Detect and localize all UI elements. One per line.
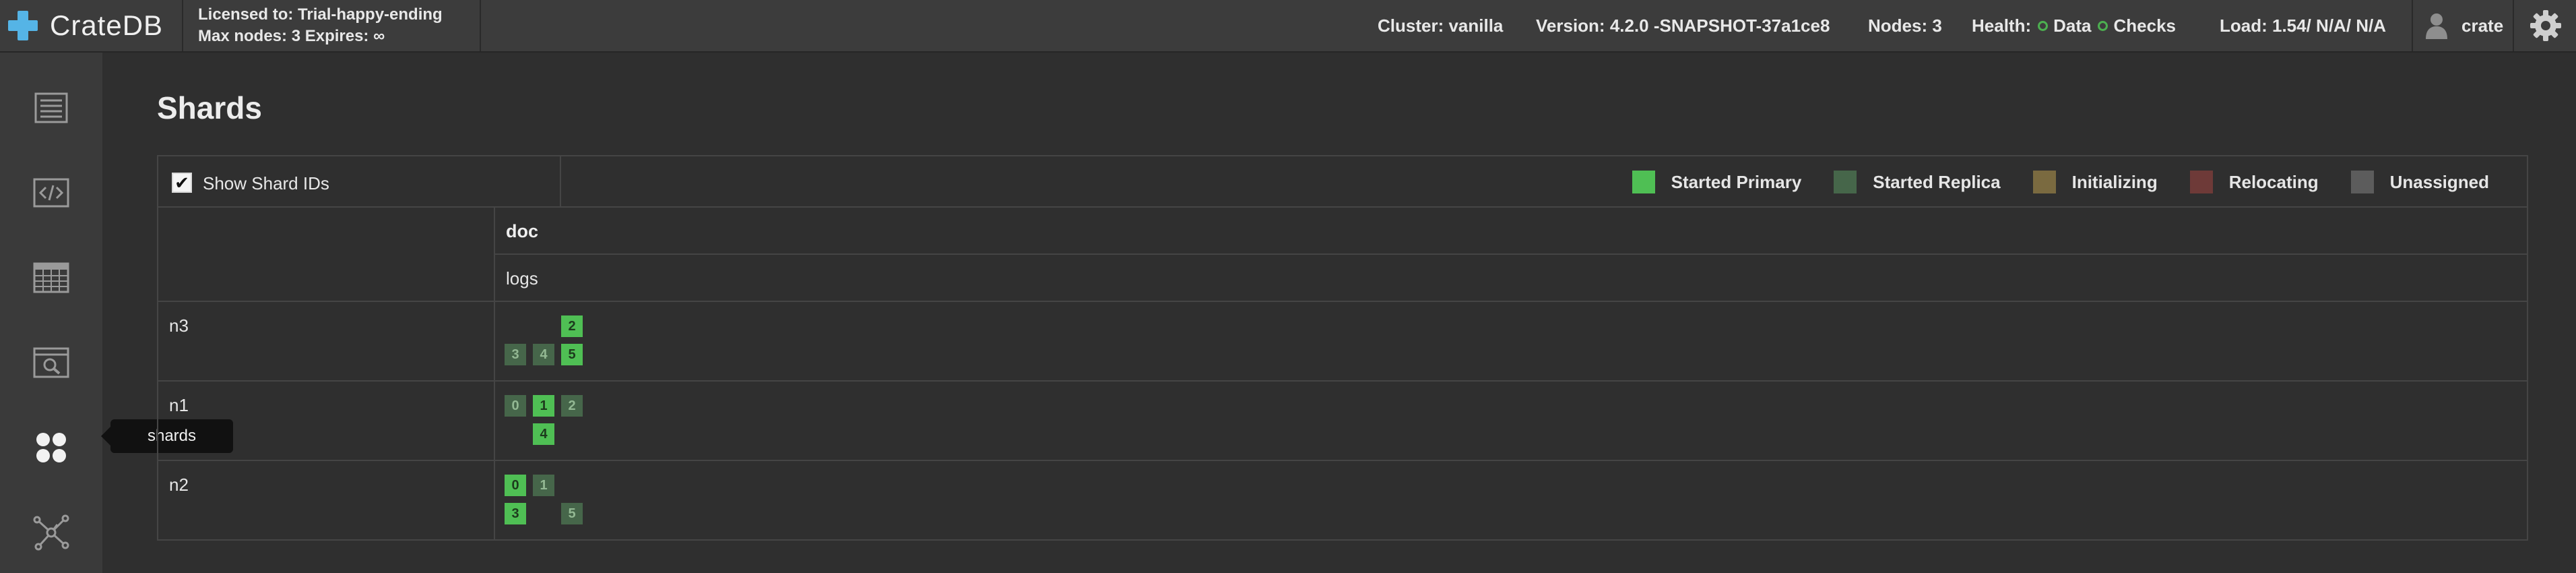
shard-replica[interactable]: 4 [533,344,554,365]
node-row-n1: n1 [158,382,494,460]
legend-label: Unassigned [2389,171,2489,192]
legend: Started Primary Started Replica Initializi… [1600,170,2489,194]
node-name: n3 [169,315,189,336]
top-bar: CrateDB Licensed to: Trial-happy-ending … [0,0,2576,53]
node-count: Nodes: 3 [1868,15,1942,36]
shard-primary[interactable]: 5 [561,344,583,365]
sidebar-item-views[interactable] [0,322,102,403]
legend-bar: Started Primary Started Replica Initializi… [561,156,2527,206]
shard-primary[interactable]: 2 [561,315,583,337]
health-checks-label[interactable]: Checks [2113,16,2176,36]
shard-primary[interactable]: 4 [533,423,554,445]
legend-swatch [1632,171,1655,193]
shard-replica[interactable]: 5 [561,503,583,524]
version-info: Version: 4.2.0 -SNAPSHOT-37a1ce8 [1536,15,1830,36]
shard-replica[interactable]: 0 [505,395,526,417]
legend-label: Started Primary [1671,171,1802,192]
show-shard-ids-label: Show Shard IDs [203,173,329,193]
views-icon [33,347,69,378]
schema-name: doc [506,221,539,241]
health-label: Health: [1972,15,2032,36]
user-menu[interactable]: crate [2412,0,2513,51]
divider [158,460,2527,461]
legend-swatch [2350,171,2374,193]
license-info: Licensed to: Trial-happy-ending Max node… [182,0,481,51]
node-name: n1 [169,395,189,415]
shard-replica[interactable]: 1 [533,475,554,496]
gear-icon [2530,10,2561,41]
health-data-icon [2038,20,2049,31]
overview-icon [34,92,68,123]
brand-logo[interactable]: CrateDB [5,0,163,51]
shard-primary[interactable]: 1 [533,395,554,417]
sidebar-item-cluster[interactable] [0,492,102,573]
shards-icon [36,433,66,462]
sidebar-item-shards[interactable] [0,407,102,488]
legend-item: Relocating [2189,171,2319,193]
schema-header: doc [495,208,2527,253]
shard-replica[interactable]: 2 [561,395,583,417]
sidebar-item-console[interactable] [0,152,102,233]
license-limits: Max nodes: 3 Expires: ∞ [198,27,385,45]
user-icon [2426,13,2447,39]
cluster-icon [33,514,69,551]
legend-label: Initializing [2071,171,2158,192]
legend-item: Initializing [2032,171,2158,193]
divider [158,301,2527,302]
node-row-n2: n2 [158,461,494,539]
legend-swatch [1834,171,1857,193]
shard-primary[interactable]: 0 [505,475,526,496]
cratedb-plus-logo-icon [5,8,40,43]
user-name: crate [2461,15,2504,36]
show-shard-ids-checkbox[interactable]: ✔ [172,173,192,193]
node-name: n2 [169,475,189,495]
sidebar-item-overview[interactable] [0,67,102,148]
node-row-n3: n3 [158,302,494,380]
legend-item: Unassigned [2350,171,2489,193]
table-header[interactable]: logs [495,255,2527,301]
show-shard-ids-toggle[interactable]: ✔ Show Shard IDs [158,156,560,206]
cluster-load: Load: 1.54/ N/A/ N/A [2220,15,2387,36]
health-checks-icon [2098,20,2108,31]
brand-name: CrateDB [50,9,164,41]
legend-swatch [2189,171,2213,193]
sidebar-item-tables[interactable] [0,237,102,318]
license-holder: Licensed to: Trial-happy-ending [198,5,443,24]
divider [158,380,2527,382]
checkbox-check-icon: ✔ [174,172,189,193]
health-status: Health: Data Checks [1972,0,2176,51]
table-name[interactable]: logs [506,268,538,289]
health-data-label: Data [2053,15,2092,36]
legend-label: Relocating [2228,171,2319,192]
page-title: Shards [157,90,262,125]
sidebar [0,53,102,573]
legend-item: Started Replica [1834,171,2001,193]
shard-primary[interactable]: 3 [505,503,526,524]
settings-button[interactable] [2513,0,2576,51]
legend-swatch [2032,171,2056,193]
cluster-name: Cluster: vanilla [1378,15,1504,36]
tables-icon [33,262,69,293]
shard-table: ✔ Show Shard IDs Started Primary Started … [157,155,2528,541]
legend-label: Started Replica [1873,171,2001,192]
shard-replica[interactable]: 3 [505,344,526,365]
legend-item: Started Primary [1632,171,1802,193]
console-icon [33,178,69,208]
